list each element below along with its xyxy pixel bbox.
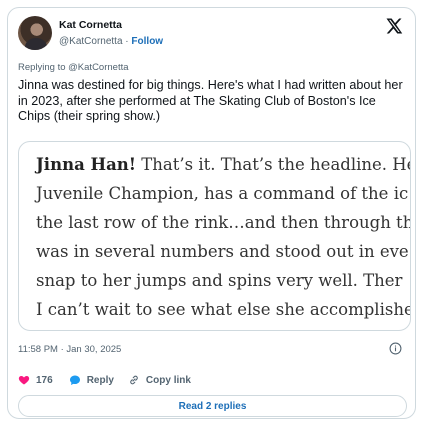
author-handle[interactable]: @KatCornetta [59, 36, 123, 47]
quoted-text-line: Jinna Han! That’s it. That’s the headlin… [36, 150, 411, 179]
timestamp[interactable]: 11:58 PM · Jan 30, 2025 [18, 344, 121, 355]
x-logo-icon[interactable] [385, 17, 403, 35]
separator: · [125, 36, 129, 47]
quoted-text-rest: the last row of the rink…and then throug… [36, 213, 411, 232]
copy-link-button[interactable]: Copy link [128, 374, 191, 386]
quoted-text-lines: Jinna Han! That’s it. That’s the headlin… [36, 150, 411, 324]
author-name[interactable]: Kat Cornetta [59, 19, 122, 31]
speech-bubble-icon [69, 375, 80, 385]
tweet-card: Kat Cornetta @KatCornetta · Follow Reply… [7, 7, 416, 419]
like-button[interactable]: 176 [18, 374, 53, 386]
heart-icon [18, 376, 30, 385]
quoted-text-image[interactable]: Jinna Han! That’s it. That’s the headlin… [18, 141, 411, 331]
link-icon [130, 375, 138, 385]
info-icon[interactable] [389, 342, 402, 355]
replying-to: Replying to @KatCornetta [18, 62, 129, 73]
avatar[interactable] [18, 16, 52, 50]
reply-label: Reply [86, 374, 114, 386]
read-replies-button[interactable]: Read 2 replies [18, 395, 407, 417]
quoted-text-line: snap to her jumps and spins very well. T… [36, 266, 410, 295]
quoted-text-rest: was in several numbers and stood out in … [36, 242, 409, 261]
quoted-text-rest: I can’t wait to see what else she accomp… [36, 300, 411, 319]
quoted-text-rest: snap to her jumps and spins very well. T… [36, 271, 403, 290]
quoted-text-line: I can’t wait to see what else she accomp… [36, 295, 411, 324]
quoted-text-line: was in several numbers and stood out in … [36, 237, 410, 266]
quoted-text-line: Juvenile Champion, has a command of the … [36, 179, 410, 208]
quoted-text-line: the last row of the rink…and then throug… [36, 208, 411, 237]
reply-button[interactable]: Reply [69, 374, 114, 386]
follow-button[interactable]: Follow [131, 36, 163, 47]
quoted-text-bold: Jinna Han! [36, 155, 137, 174]
copy-link-label: Copy link [145, 374, 191, 386]
tweet-text: Jinna was destined for big things. Here'… [18, 78, 403, 123]
action-bar: 176 Reply Copy link [18, 372, 191, 388]
quoted-text-rest: Juvenile Champion, has a command of the … [36, 184, 409, 203]
author-handle-row: @KatCornetta · Follow [59, 36, 163, 47]
quoted-text-rest: That’s it. That’s the headline. He [136, 155, 411, 174]
like-count: 176 [36, 374, 53, 386]
